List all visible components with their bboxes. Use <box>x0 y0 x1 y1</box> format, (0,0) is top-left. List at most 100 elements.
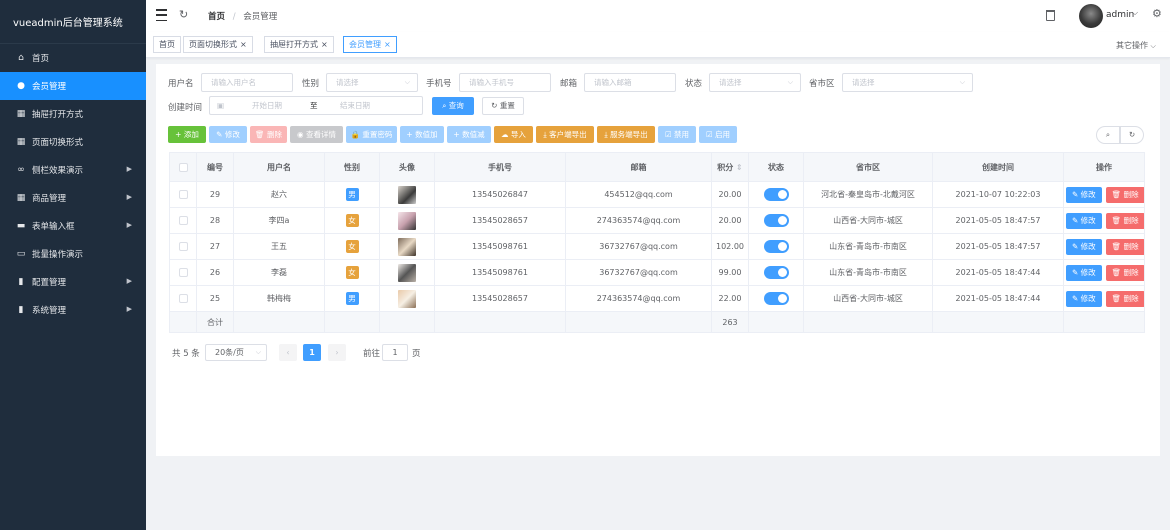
edit-button[interactable]: ✎ 修改 <box>1066 238 1102 255</box>
toolbar-button-7[interactable]: ☁ 导入 <box>494 126 533 143</box>
status-switch[interactable] <box>763 292 789 305</box>
delete-button[interactable]: 🗑 删除 <box>1105 238 1144 255</box>
reset-button[interactable]: ↻ 重置 <box>482 97 524 115</box>
avatar-image[interactable] <box>398 185 416 204</box>
gear-icon[interactable]: ⚙ <box>1152 7 1162 20</box>
status-cell <box>748 181 804 208</box>
edit-button[interactable]: ✎ 修改 <box>1066 264 1102 281</box>
toolbar-button-3[interactable]: ◉ 查看详情 <box>290 126 343 143</box>
breadcrumb-home[interactable]: 首页 <box>208 12 225 22</box>
actions-cell: ✎ 修改 🗑 删除 <box>1063 181 1145 208</box>
sidebar-item-0[interactable]: ⌂ 首页 <box>0 44 146 72</box>
region-cascader[interactable]: 请选择 ⌵ <box>842 73 973 92</box>
toolbar-button-6[interactable]: + 数值减 <box>447 126 491 143</box>
status-switch[interactable] <box>763 188 789 201</box>
summary-empty-cell <box>169 311 197 333</box>
delete-button[interactable]: 🗑 删除 <box>1105 186 1144 203</box>
close-icon[interactable]: × <box>384 40 391 49</box>
other-operations[interactable]: 其它操作 ⌵ <box>1116 40 1156 51</box>
avatar-image[interactable] <box>398 237 416 256</box>
delete-button[interactable]: 🗑 删除 <box>1105 264 1144 281</box>
actions-cell: ✎ 修改 🗑 删除 <box>1063 259 1145 286</box>
page-size-select[interactable]: 20条/页 ⌵ <box>205 344 267 361</box>
row-checkbox[interactable] <box>178 294 188 303</box>
avatar-image[interactable] <box>398 289 416 308</box>
start-date[interactable]: 开始日期 <box>252 97 282 114</box>
next-page-button[interactable]: › <box>328 344 346 361</box>
tab-2[interactable]: 抽屉打开方式 × <box>264 36 334 53</box>
row-checkbox[interactable] <box>178 190 188 199</box>
table-search-toggle[interactable]: ⌕ <box>1096 126 1120 144</box>
toolbar-button-11[interactable]: ☑ 启用 <box>699 126 737 143</box>
sidebar-item-5[interactable]: ▦ 商品管理 ▶ <box>0 184 146 212</box>
row-checkbox[interactable] <box>178 268 188 277</box>
delete-button[interactable]: 🗑 删除 <box>1105 212 1144 229</box>
total-count: 共 5 条 <box>172 349 200 359</box>
avatar-image[interactable] <box>398 211 416 230</box>
toolbar-button-10[interactable]: ☑ 禁用 <box>658 126 696 143</box>
status-cell <box>748 207 804 234</box>
edit-button[interactable]: ✎ 修改 <box>1066 212 1102 229</box>
close-icon[interactable]: × <box>240 40 247 49</box>
close-icon[interactable]: × <box>321 40 328 49</box>
table-refresh-button[interactable]: ↻ <box>1120 126 1144 144</box>
email-input[interactable]: 请输入邮箱 <box>584 73 676 92</box>
column-header-5: 手机号 <box>434 152 566 182</box>
sidebar-item-8[interactable]: ▮ 配置管理 ▶ <box>0 268 146 296</box>
toolbar-button-0[interactable]: + 添加 <box>168 126 206 143</box>
column-header-1: 编号 <box>196 152 234 182</box>
username[interactable]: admin <box>1106 10 1134 20</box>
status-switch[interactable] <box>763 240 789 253</box>
goto-page-input[interactable]: 1 <box>382 344 408 361</box>
avatar-image[interactable] <box>398 263 416 282</box>
column-header-0[interactable] <box>169 152 197 182</box>
sidebar-item-7[interactable]: ▭ 批量操作演示 <box>0 240 146 268</box>
column-header-11: 操作 <box>1063 152 1145 182</box>
row-checkbox[interactable] <box>178 242 188 251</box>
avatar[interactable] <box>1079 4 1103 28</box>
tab-1[interactable]: 页面切换形式 × <box>183 36 253 53</box>
search-button[interactable]: ⌕ 查询 <box>432 97 474 115</box>
toolbar-button-8[interactable]: ⤓ 客户端导出 <box>536 126 594 143</box>
gender-select[interactable]: 请选择 ⌵ <box>326 73 418 92</box>
phone-input[interactable]: 请输入手机号 <box>459 73 551 92</box>
sidebar-item-1[interactable]: ● 会员管理 <box>0 72 146 100</box>
column-header-7[interactable]: 积分 ⇕ <box>711 152 749 182</box>
status-switch[interactable] <box>763 214 789 227</box>
hamburger-icon[interactable] <box>156 9 167 21</box>
column-header-4: 头像 <box>379 152 435 182</box>
sidebar-item-4[interactable]: ∞ 侧栏效果演示 ▶ <box>0 156 146 184</box>
tab-3[interactable]: 会员管理 × <box>343 36 397 53</box>
status-switch[interactable] <box>763 266 789 279</box>
trash-icon[interactable] <box>1046 10 1055 21</box>
select-all-checkbox[interactable] <box>178 162 188 172</box>
sidebar-item-9[interactable]: ▮ 系统管理 ▶ <box>0 296 146 324</box>
prev-page-button[interactable]: ‹ <box>279 344 297 361</box>
end-date[interactable]: 结束日期 <box>340 97 370 114</box>
tab-0[interactable]: 首页 <box>153 36 181 53</box>
date-range-picker[interactable]: ▣ 开始日期 至 结束日期 <box>209 96 423 115</box>
toolbar-button-9[interactable]: ⤓ 服务端导出 <box>597 126 655 143</box>
row-checkbox[interactable] <box>178 216 188 225</box>
chevron-down-icon[interactable]: ⌵ <box>1132 8 1138 18</box>
sort-icon[interactable]: ⇕ <box>736 163 743 172</box>
bar-chart-icon: ▮ <box>18 277 24 287</box>
edit-button[interactable]: ✎ 修改 <box>1066 186 1102 203</box>
summary-empty-cell <box>233 311 325 333</box>
delete-button[interactable]: 🗑 删除 <box>1105 290 1144 307</box>
toolbar-button-1[interactable]: ✎ 修改 <box>209 126 247 143</box>
sidebar-item-3[interactable]: ▦ 页面切换形式 <box>0 128 146 156</box>
page-1-button[interactable]: 1 <box>303 344 321 361</box>
grid-icon: ▦ <box>16 137 26 147</box>
edit-button[interactable]: ✎ 修改 <box>1066 290 1102 307</box>
sidebar-item-2[interactable]: ▦ 抽屉打开方式 <box>0 100 146 128</box>
refresh-icon[interactable]: ↻ <box>179 8 188 21</box>
tab-label: 会员管理 <box>349 40 381 49</box>
sidebar-item-6[interactable]: ▬ 表单输入框 ▶ <box>0 212 146 240</box>
toolbar-button-4[interactable]: 🔒 重置密码 <box>346 126 397 143</box>
points-cell: 99.00 <box>711 259 749 286</box>
username-input[interactable]: 请输入用户名 <box>201 73 293 92</box>
toolbar-button-5[interactable]: + 数值加 <box>400 126 444 143</box>
status-select[interactable]: 请选择 ⌵ <box>709 73 801 92</box>
toolbar-button-2[interactable]: 🗑 删除 <box>250 126 287 143</box>
